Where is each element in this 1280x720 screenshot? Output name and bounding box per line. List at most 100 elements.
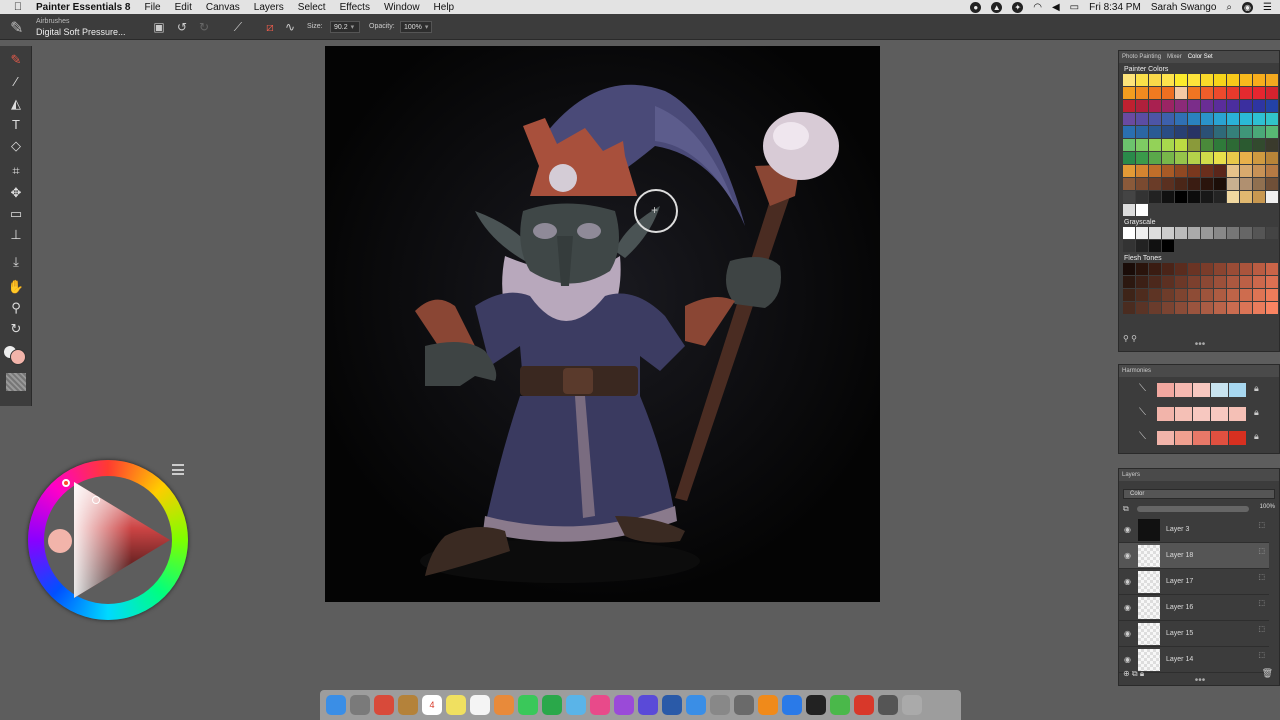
panel-more-icon[interactable]: ••• bbox=[1119, 340, 1280, 350]
crop-tool-icon[interactable]: ⌗ bbox=[5, 161, 27, 181]
saturation-value-handle[interactable] bbox=[92, 496, 100, 504]
color-swatch[interactable] bbox=[1136, 240, 1148, 252]
spotlight-icon[interactable]: ⌕ bbox=[1226, 2, 1232, 13]
harmony-swatch[interactable] bbox=[1175, 431, 1192, 445]
color-swatch[interactable] bbox=[1149, 191, 1161, 203]
color-swatch[interactable] bbox=[1136, 289, 1148, 301]
color-swatch[interactable] bbox=[1240, 263, 1252, 275]
color-swatch[interactable] bbox=[1188, 113, 1200, 125]
color-swatch[interactable] bbox=[1136, 165, 1148, 177]
color-swatch[interactable] bbox=[1175, 100, 1187, 112]
tab-photo-painting[interactable]: Photo Painting bbox=[1122, 54, 1161, 60]
color-swatch[interactable] bbox=[1149, 276, 1161, 288]
color-swatch[interactable] bbox=[1214, 227, 1226, 239]
color-swatch[interactable] bbox=[1175, 227, 1187, 239]
color-swatch[interactable] bbox=[1240, 87, 1252, 99]
color-swatch[interactable] bbox=[1123, 263, 1135, 275]
color-swatch[interactable] bbox=[1162, 302, 1174, 314]
color-swatch[interactable] bbox=[1123, 100, 1135, 112]
harmony-type-icon[interactable]: ⟍ bbox=[1139, 383, 1153, 394]
lock-icon[interactable]: 🔒︎ bbox=[1254, 383, 1259, 394]
color-swatch[interactable] bbox=[1162, 74, 1174, 86]
dock-vlc-icon[interactable] bbox=[758, 695, 778, 715]
harmony-type-icon[interactable]: ⟍ bbox=[1139, 431, 1153, 442]
dock-terminal-icon[interactable] bbox=[806, 695, 826, 715]
color-swatch[interactable] bbox=[1136, 204, 1148, 216]
color-swatch[interactable] bbox=[1136, 263, 1148, 275]
color-swatch[interactable] bbox=[1227, 276, 1239, 288]
dock-messages-icon[interactable] bbox=[518, 695, 538, 715]
color-swatch[interactable] bbox=[1253, 74, 1265, 86]
rectangular-selection-tool-icon[interactable]: ▭ bbox=[5, 204, 27, 224]
visibility-eye-icon[interactable]: ◉ bbox=[1124, 551, 1131, 560]
panel-more-icon[interactable]: ••• bbox=[1119, 676, 1280, 686]
color-swatch[interactable] bbox=[1227, 227, 1239, 239]
clock[interactable]: Fri 8:34 PM bbox=[1089, 2, 1141, 13]
menu-edit[interactable]: Edit bbox=[175, 2, 192, 13]
harmony-swatch[interactable] bbox=[1211, 407, 1228, 421]
harmony-swatch[interactable] bbox=[1157, 383, 1174, 397]
dock-finder-icon[interactable] bbox=[326, 695, 346, 715]
color-swatch[interactable] bbox=[1162, 263, 1174, 275]
color-swatch[interactable] bbox=[1162, 276, 1174, 288]
menu-file[interactable]: File bbox=[145, 2, 161, 13]
color-swatch[interactable] bbox=[1188, 126, 1200, 138]
color-swatch[interactable] bbox=[1266, 289, 1278, 301]
dock-reminders-icon[interactable] bbox=[470, 695, 490, 715]
battery-icon[interactable]: ▭ bbox=[1070, 2, 1079, 13]
color-swatch[interactable] bbox=[1175, 152, 1187, 164]
color-swatch[interactable] bbox=[1175, 126, 1187, 138]
opacity-arrow-icon[interactable]: ▾ bbox=[425, 24, 429, 31]
color-swatch[interactable] bbox=[1240, 191, 1252, 203]
color-swatch[interactable] bbox=[1214, 126, 1226, 138]
harmony-swatch[interactable] bbox=[1193, 407, 1210, 421]
visibility-eye-icon[interactable]: ◉ bbox=[1124, 603, 1131, 612]
color-swatch[interactable] bbox=[1149, 302, 1161, 314]
visibility-eye-icon[interactable]: ◉ bbox=[1124, 525, 1131, 534]
color-swatch[interactable] bbox=[1201, 289, 1213, 301]
layer-row[interactable]: ◉ Layer 16 ⬚ bbox=[1119, 595, 1269, 621]
color-swatch[interactable] bbox=[1253, 126, 1265, 138]
color-swatch[interactable] bbox=[1240, 74, 1252, 86]
color-swatch[interactable] bbox=[1149, 113, 1161, 125]
color-swatch[interactable] bbox=[1188, 191, 1200, 203]
color-swatch[interactable] bbox=[1123, 126, 1135, 138]
harmony-swatch[interactable] bbox=[1175, 407, 1192, 421]
tab-mixer[interactable]: Mixer bbox=[1167, 54, 1182, 60]
color-swatch[interactable] bbox=[1136, 74, 1148, 86]
text-tool-icon[interactable]: T bbox=[5, 115, 27, 135]
color-swatch[interactable] bbox=[1149, 74, 1161, 86]
color-swatch[interactable] bbox=[1162, 87, 1174, 99]
color-swatch[interactable] bbox=[1188, 289, 1200, 301]
layer-options-icon[interactable]: ⬚ bbox=[1258, 625, 1265, 633]
color-swatch[interactable] bbox=[1253, 289, 1265, 301]
harmony-swatch[interactable] bbox=[1157, 431, 1174, 445]
color-swatch[interactable] bbox=[1227, 139, 1239, 151]
brush-selector[interactable]: ✎ Airbrushes Digital Soft Pressure... bbox=[6, 16, 136, 38]
color-swatch[interactable] bbox=[1175, 113, 1187, 125]
color-swatch[interactable] bbox=[1240, 139, 1252, 151]
color-swatch[interactable] bbox=[1227, 152, 1239, 164]
visibility-eye-icon[interactable]: ◉ bbox=[1124, 577, 1131, 586]
compass-icon[interactable]: ✦ bbox=[1012, 1, 1024, 13]
color-swatch[interactable] bbox=[1188, 263, 1200, 275]
color-swatch[interactable] bbox=[1175, 165, 1187, 177]
color-swatch[interactable] bbox=[1149, 289, 1161, 301]
color-swatch[interactable] bbox=[1227, 87, 1239, 99]
color-swatch[interactable] bbox=[1201, 152, 1213, 164]
color-swatch[interactable] bbox=[1201, 100, 1213, 112]
lock-icon[interactable]: 🔒︎ bbox=[1254, 431, 1259, 442]
layer-adjuster-tool-icon[interactable]: ✥ bbox=[5, 183, 27, 203]
color-swatch[interactable] bbox=[1123, 87, 1135, 99]
siri-icon[interactable]: ◉ bbox=[1242, 1, 1254, 13]
color-swatch[interactable] bbox=[1188, 139, 1200, 151]
paper-selector-icon[interactable] bbox=[6, 373, 26, 391]
color-swatch[interactable] bbox=[1266, 126, 1278, 138]
layer-row[interactable]: ◉ Layer 17 ⬚ bbox=[1119, 569, 1269, 595]
color-swatch[interactable] bbox=[1253, 165, 1265, 177]
color-swatch[interactable] bbox=[1266, 178, 1278, 190]
color-swatch[interactable] bbox=[1136, 152, 1148, 164]
color-swatch[interactable] bbox=[1201, 178, 1213, 190]
color-swatch[interactable] bbox=[1162, 100, 1174, 112]
color-swatch[interactable] bbox=[1188, 165, 1200, 177]
